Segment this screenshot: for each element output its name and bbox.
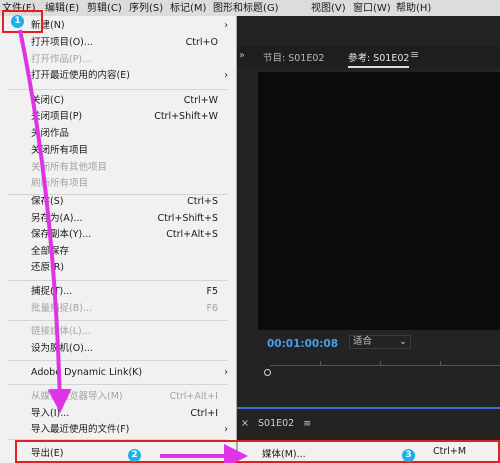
menu-help[interactable]: 帮助(H)	[396, 2, 431, 15]
timeline-menu-icon[interactable]: ≡	[303, 418, 311, 429]
menu-item-label: 刷新所有项目	[31, 178, 89, 189]
menu-item-label: 导入最近使用的文件(F)	[31, 424, 130, 435]
menu-bar: 文件(F) 编辑(E) 剪辑(C) 序列(S) 标记(M) 图形和标题(G) 视…	[0, 0, 500, 17]
submenu-arrow-icon: ›	[224, 20, 228, 31]
time-ruler-track	[270, 365, 500, 366]
menu-markers[interactable]: 标记(M)	[170, 2, 206, 15]
menu-item-open-project[interactable]: 打开项目(O)... Ctrl+O	[31, 36, 218, 49]
menu-graphics-titles[interactable]: 图形和标题(G)	[213, 2, 279, 15]
step-badge-2: 2	[128, 449, 141, 462]
menu-window[interactable]: 窗口(W)	[353, 2, 391, 15]
panel-focus-strip	[237, 407, 500, 409]
menu-separator	[8, 384, 228, 385]
menu-item-save-all[interactable]: 全部保存	[31, 245, 218, 258]
menu-item-batch-capture[interactable]: 批量捕捉(B)... F6	[31, 302, 218, 315]
menu-separator	[8, 89, 228, 90]
menu-item-label: 设为脱机(O)...	[31, 343, 93, 354]
tab-reference-monitor[interactable]: 参考: S01E02	[348, 50, 410, 68]
menu-item-capture[interactable]: 捕捉(T)... F5	[31, 285, 218, 298]
menu-item-save-as[interactable]: 另存为(A)... Ctrl+Shift+S	[31, 212, 218, 225]
menu-item-close[interactable]: 关闭(C) Ctrl+W	[31, 94, 218, 107]
menu-item-label: 打开最近使用的内容(E)	[31, 70, 130, 81]
menu-item-shortcut: Ctrl+I	[190, 408, 218, 419]
menu-item-save[interactable]: 保存(S) Ctrl+S	[31, 195, 218, 208]
menu-item-shortcut: Ctrl+Alt+I	[169, 391, 219, 402]
menu-clip[interactable]: 剪辑(C)	[87, 2, 122, 15]
menu-item-label: 全部保存	[31, 246, 70, 257]
menu-item-label: 另存为(A)...	[31, 213, 83, 224]
menu-item-revert[interactable]: 还原(R)	[31, 261, 218, 274]
submenu-arrow-icon: ›	[224, 367, 228, 378]
menu-item-make-offline[interactable]: 设为脱机(O)...	[31, 342, 218, 355]
menu-item-label: 保存副本(Y)...	[31, 229, 92, 240]
menu-separator	[8, 360, 228, 361]
menu-item-label: 打开项目(O)...	[31, 37, 93, 48]
menu-item-close-all-projects[interactable]: 关闭所有项目	[31, 144, 218, 157]
menu-item-open-recent[interactable]: 打开最近使用的内容(E) ›	[31, 69, 228, 82]
menu-item-shortcut: F6	[206, 303, 218, 314]
zoom-fit-value: 适合	[353, 336, 373, 347]
menu-item-refresh-all-projects[interactable]: 刷新所有项目	[31, 177, 218, 190]
menu-separator	[8, 320, 228, 321]
menu-item-label: 保存(S)	[31, 196, 64, 207]
menu-item-dynamic-link[interactable]: Adobe Dynamic Link(K) ›	[31, 366, 228, 379]
timeline-tab-label: S01E02	[258, 418, 295, 429]
menu-item-label: 关闭所有项目	[31, 145, 89, 156]
video-viewer	[258, 72, 500, 330]
ruler-tick	[380, 361, 381, 365]
submenu-arrow-icon: ›	[224, 70, 228, 81]
menu-item-label: 关闭(C)	[31, 95, 65, 106]
menu-item-label: 批量捕捉(B)...	[31, 303, 92, 314]
menu-separator	[8, 280, 228, 281]
menu-item-label: 关闭项目(P)	[31, 111, 83, 122]
menu-item-new[interactable]: 新建(N) ›	[31, 19, 228, 32]
playhead-timecode[interactable]: 00:01:00:08	[267, 338, 338, 350]
menu-item-import-from-media-browser[interactable]: 从媒体浏览器导入(M) Ctrl+Alt+I	[31, 390, 218, 403]
highlight-box-export	[15, 440, 500, 463]
menu-item-close-work[interactable]: 关闭作品	[31, 127, 218, 140]
menu-item-label: 从媒体浏览器导入(M)	[31, 391, 123, 402]
ruler-tick	[320, 361, 321, 365]
menu-item-import-recent[interactable]: 导入最近使用的文件(F) ›	[31, 423, 228, 436]
menu-item-shortcut: Ctrl+Shift+S	[157, 213, 218, 224]
submenu-arrow-icon: ›	[224, 424, 228, 435]
menu-item-shortcut: Ctrl+W	[183, 95, 218, 106]
menu-item-label: Adobe Dynamic Link(K)	[31, 367, 143, 378]
menu-item-shortcut: Ctrl+Alt+S	[166, 229, 218, 240]
menu-item-label: 链接媒体(L)...	[31, 326, 91, 337]
menu-item-label: 打开作品(P)...	[31, 54, 92, 65]
time-ruler[interactable]	[262, 361, 500, 379]
menu-item-close-all-other-projects[interactable]: 关闭所有其他项目	[31, 161, 218, 174]
tab-program-monitor[interactable]: 节目: S01E02	[263, 50, 324, 64]
panel-overflow-chevron[interactable]: »	[239, 50, 245, 61]
menu-item-close-project[interactable]: 关闭项目(P) Ctrl+Shift+W	[31, 110, 218, 123]
close-icon[interactable]: ×	[241, 418, 249, 429]
menu-edit[interactable]: 编辑(E)	[45, 2, 79, 15]
zoom-fit-select[interactable]: 适合 ⌄	[349, 335, 411, 349]
file-menu-dropdown: 新建(N) › 打开项目(O)... Ctrl+O 打开作品(P)... 打开最近使…	[0, 16, 237, 463]
menu-item-label: 捕捉(T)...	[31, 286, 73, 297]
menu-item-shortcut: F5	[206, 286, 218, 297]
menu-view[interactable]: 视图(V)	[311, 2, 346, 15]
timeline-tab[interactable]: × S01E02 ≡	[237, 418, 311, 429]
menu-item-link-media[interactable]: 链接媒体(L)...	[31, 325, 218, 338]
menu-item-import[interactable]: 导入(I)... Ctrl+I	[31, 407, 218, 420]
menu-item-shortcut: Ctrl+Shift+W	[154, 111, 218, 122]
menu-sequence[interactable]: 序列(S)	[129, 2, 163, 15]
menu-item-shortcut: Ctrl+O	[185, 37, 218, 48]
chevron-down-icon: ⌄	[399, 336, 407, 347]
menu-item-open-work[interactable]: 打开作品(P)...	[31, 53, 218, 66]
step-badge-3: 3	[402, 449, 415, 462]
menu-item-label: 关闭作品	[31, 128, 70, 139]
menu-item-label: 导入(I)...	[31, 408, 70, 419]
panel-menu-icon[interactable]: ≡	[410, 48, 419, 61]
ruler-tick	[440, 361, 441, 365]
menu-item-save-copy[interactable]: 保存副本(Y)... Ctrl+Alt+S	[31, 228, 218, 241]
menu-item-label: 还原(R)	[31, 262, 65, 273]
playhead-handle[interactable]	[264, 369, 271, 376]
menu-item-shortcut: Ctrl+S	[187, 196, 218, 207]
step-badge-1: 1	[11, 15, 24, 28]
menu-item-label: 关闭所有其他项目	[31, 162, 108, 173]
